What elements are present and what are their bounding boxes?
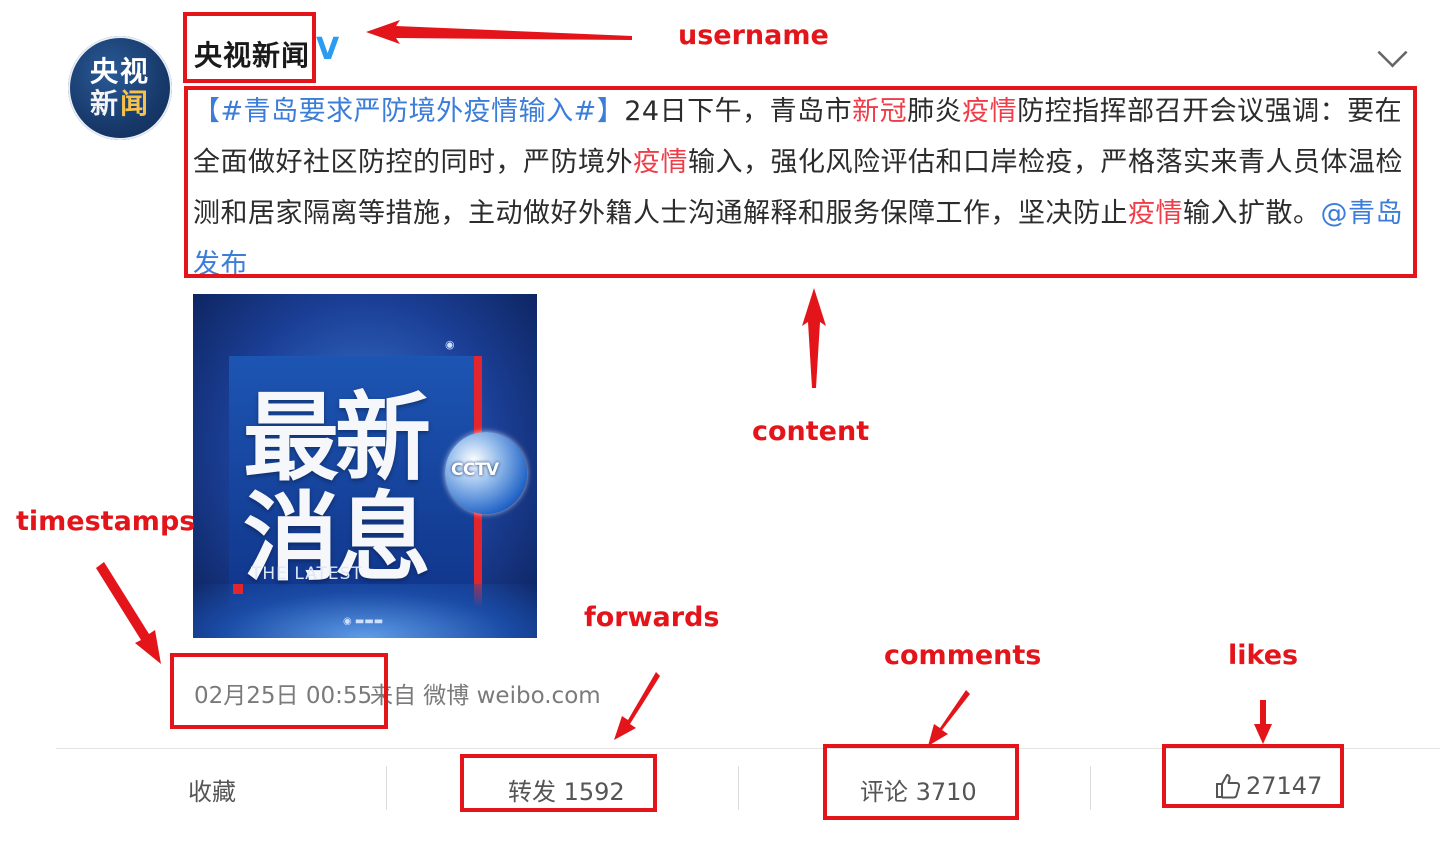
content-highlight-box xyxy=(184,86,1417,278)
action-separator xyxy=(386,766,387,810)
favorite-button[interactable]: 收藏 xyxy=(188,772,236,807)
weibo-watermark-icon: ◉ xyxy=(445,338,455,351)
post-image[interactable]: ◉ 最新 消息 CCTV THE LATEST ◉ ▬▬▬ xyxy=(193,294,537,638)
timestamp-highlight-box xyxy=(170,653,388,729)
username-arrow xyxy=(366,20,632,44)
action-separator xyxy=(1090,766,1091,810)
post-source[interactable]: 来自 微博 weibo.com xyxy=(370,676,601,710)
content-annotation-label: content xyxy=(752,416,870,447)
comments-arrow xyxy=(928,690,970,746)
avatar-line1: 央视 xyxy=(89,55,150,88)
action-separator xyxy=(738,766,739,810)
forwards-arrow xyxy=(614,672,660,740)
username-highlight-box xyxy=(183,12,316,83)
cctv-logo: CCTV xyxy=(451,460,499,480)
image-subtitle: THE LATEST xyxy=(251,564,363,584)
timestamps-annotation-label: timestamps xyxy=(16,506,196,537)
content-arrow xyxy=(802,288,826,388)
forwards-annotation-label: forwards xyxy=(584,602,720,633)
username-annotation-label: username xyxy=(678,20,829,51)
comments-annotation-label: comments xyxy=(884,640,1042,671)
likes-arrow xyxy=(1254,700,1272,744)
weibo-watermark-bottom-icon: ◉ ▬▬▬ xyxy=(343,616,384,627)
forwards-highlight-box xyxy=(460,754,657,812)
likes-annotation-label: likes xyxy=(1228,640,1299,671)
avatar[interactable]: 央视 新闻 xyxy=(68,36,172,140)
chevron-down-icon[interactable] xyxy=(1377,37,1408,68)
timestamps-arrow xyxy=(96,562,161,664)
avatar-line2: 新闻 xyxy=(89,87,151,120)
likes-highlight-box xyxy=(1162,744,1344,808)
image-red-square xyxy=(233,584,243,594)
verified-icon: V xyxy=(316,32,340,67)
comments-highlight-box xyxy=(823,744,1019,820)
